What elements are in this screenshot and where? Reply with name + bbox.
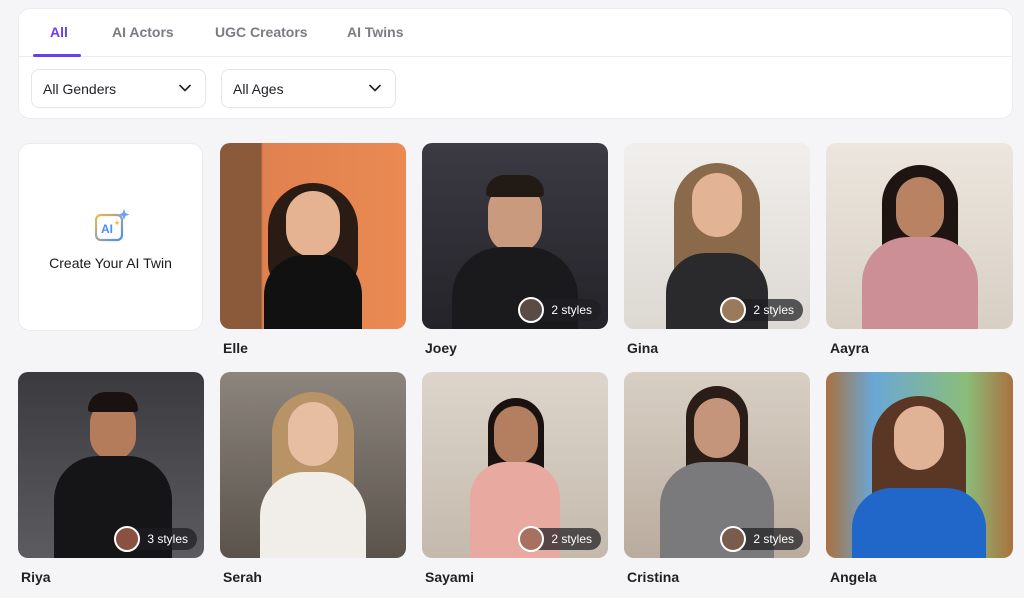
style-avatar-thumb [518,297,545,323]
avatar-name: Angela [830,569,877,585]
avatar-card-riya[interactable]: 3 styles [18,372,204,558]
style-avatar-thumb [518,526,545,552]
create-ai-twin-card[interactable]: AI Create Your AI Twin [18,143,203,331]
avatar-card-joey[interactable]: 2 styles [422,143,608,329]
tab-ai-twins[interactable]: AI Twins [347,24,404,40]
avatar-card-cristina[interactable]: 2 styles [624,372,810,558]
age-select-value: All Ages [233,81,284,97]
avatar-name: Joey [425,340,457,356]
avatar-name: Aayra [830,340,869,356]
ai-sparkle-icon: AI [95,209,130,242]
avatar-name: Elle [223,340,248,356]
avatar-card-gina[interactable]: 2 styles [624,143,810,329]
gender-select[interactable]: All Genders [31,69,206,108]
styles-count: 2 styles [551,303,592,317]
avatar-name: Riya [21,569,51,585]
styles-badge: 2 styles [720,526,803,552]
tab-ugc-creators[interactable]: UGC Creators [215,24,308,40]
avatar-card-angela[interactable] [826,372,1013,558]
styles-count: 2 styles [753,532,794,546]
styles-count: 2 styles [753,303,794,317]
tab-bar: All AI Actors UGC Creators AI Twins [19,9,1012,57]
styles-count: 3 styles [147,532,188,546]
avatar-card-sayami[interactable]: 2 styles [422,372,608,558]
styles-badge: 2 styles [518,526,601,552]
gender-select-value: All Genders [43,81,117,97]
svg-text:AI: AI [101,222,113,236]
avatar-name: Cristina [627,569,680,585]
chevron-down-icon [179,84,191,92]
style-avatar-thumb [114,526,141,552]
tab-all[interactable]: All [50,24,68,40]
style-avatar-thumb [720,526,747,552]
avatar-name: Gina [627,340,659,356]
styles-badge: 2 styles [720,297,803,323]
styles-count: 2 styles [551,532,592,546]
avatar-name: Sayami [425,569,475,585]
style-avatar-thumb [720,297,747,323]
tab-ai-actors[interactable]: AI Actors [112,24,174,40]
avatar-card-aayra[interactable] [826,143,1013,329]
create-ai-twin-label: Create Your AI Twin [49,255,172,271]
avatar-name: Serah [223,569,262,585]
styles-badge: 3 styles [114,526,197,552]
avatar-card-serah[interactable] [220,372,406,558]
filter-panel: All AI Actors UGC Creators AI Twins All … [18,8,1013,119]
styles-badge: 2 styles [518,297,601,323]
avatar-card-elle[interactable] [220,143,406,329]
age-select[interactable]: All Ages [221,69,396,108]
active-tab-indicator [33,54,81,57]
chevron-down-icon [369,84,381,92]
